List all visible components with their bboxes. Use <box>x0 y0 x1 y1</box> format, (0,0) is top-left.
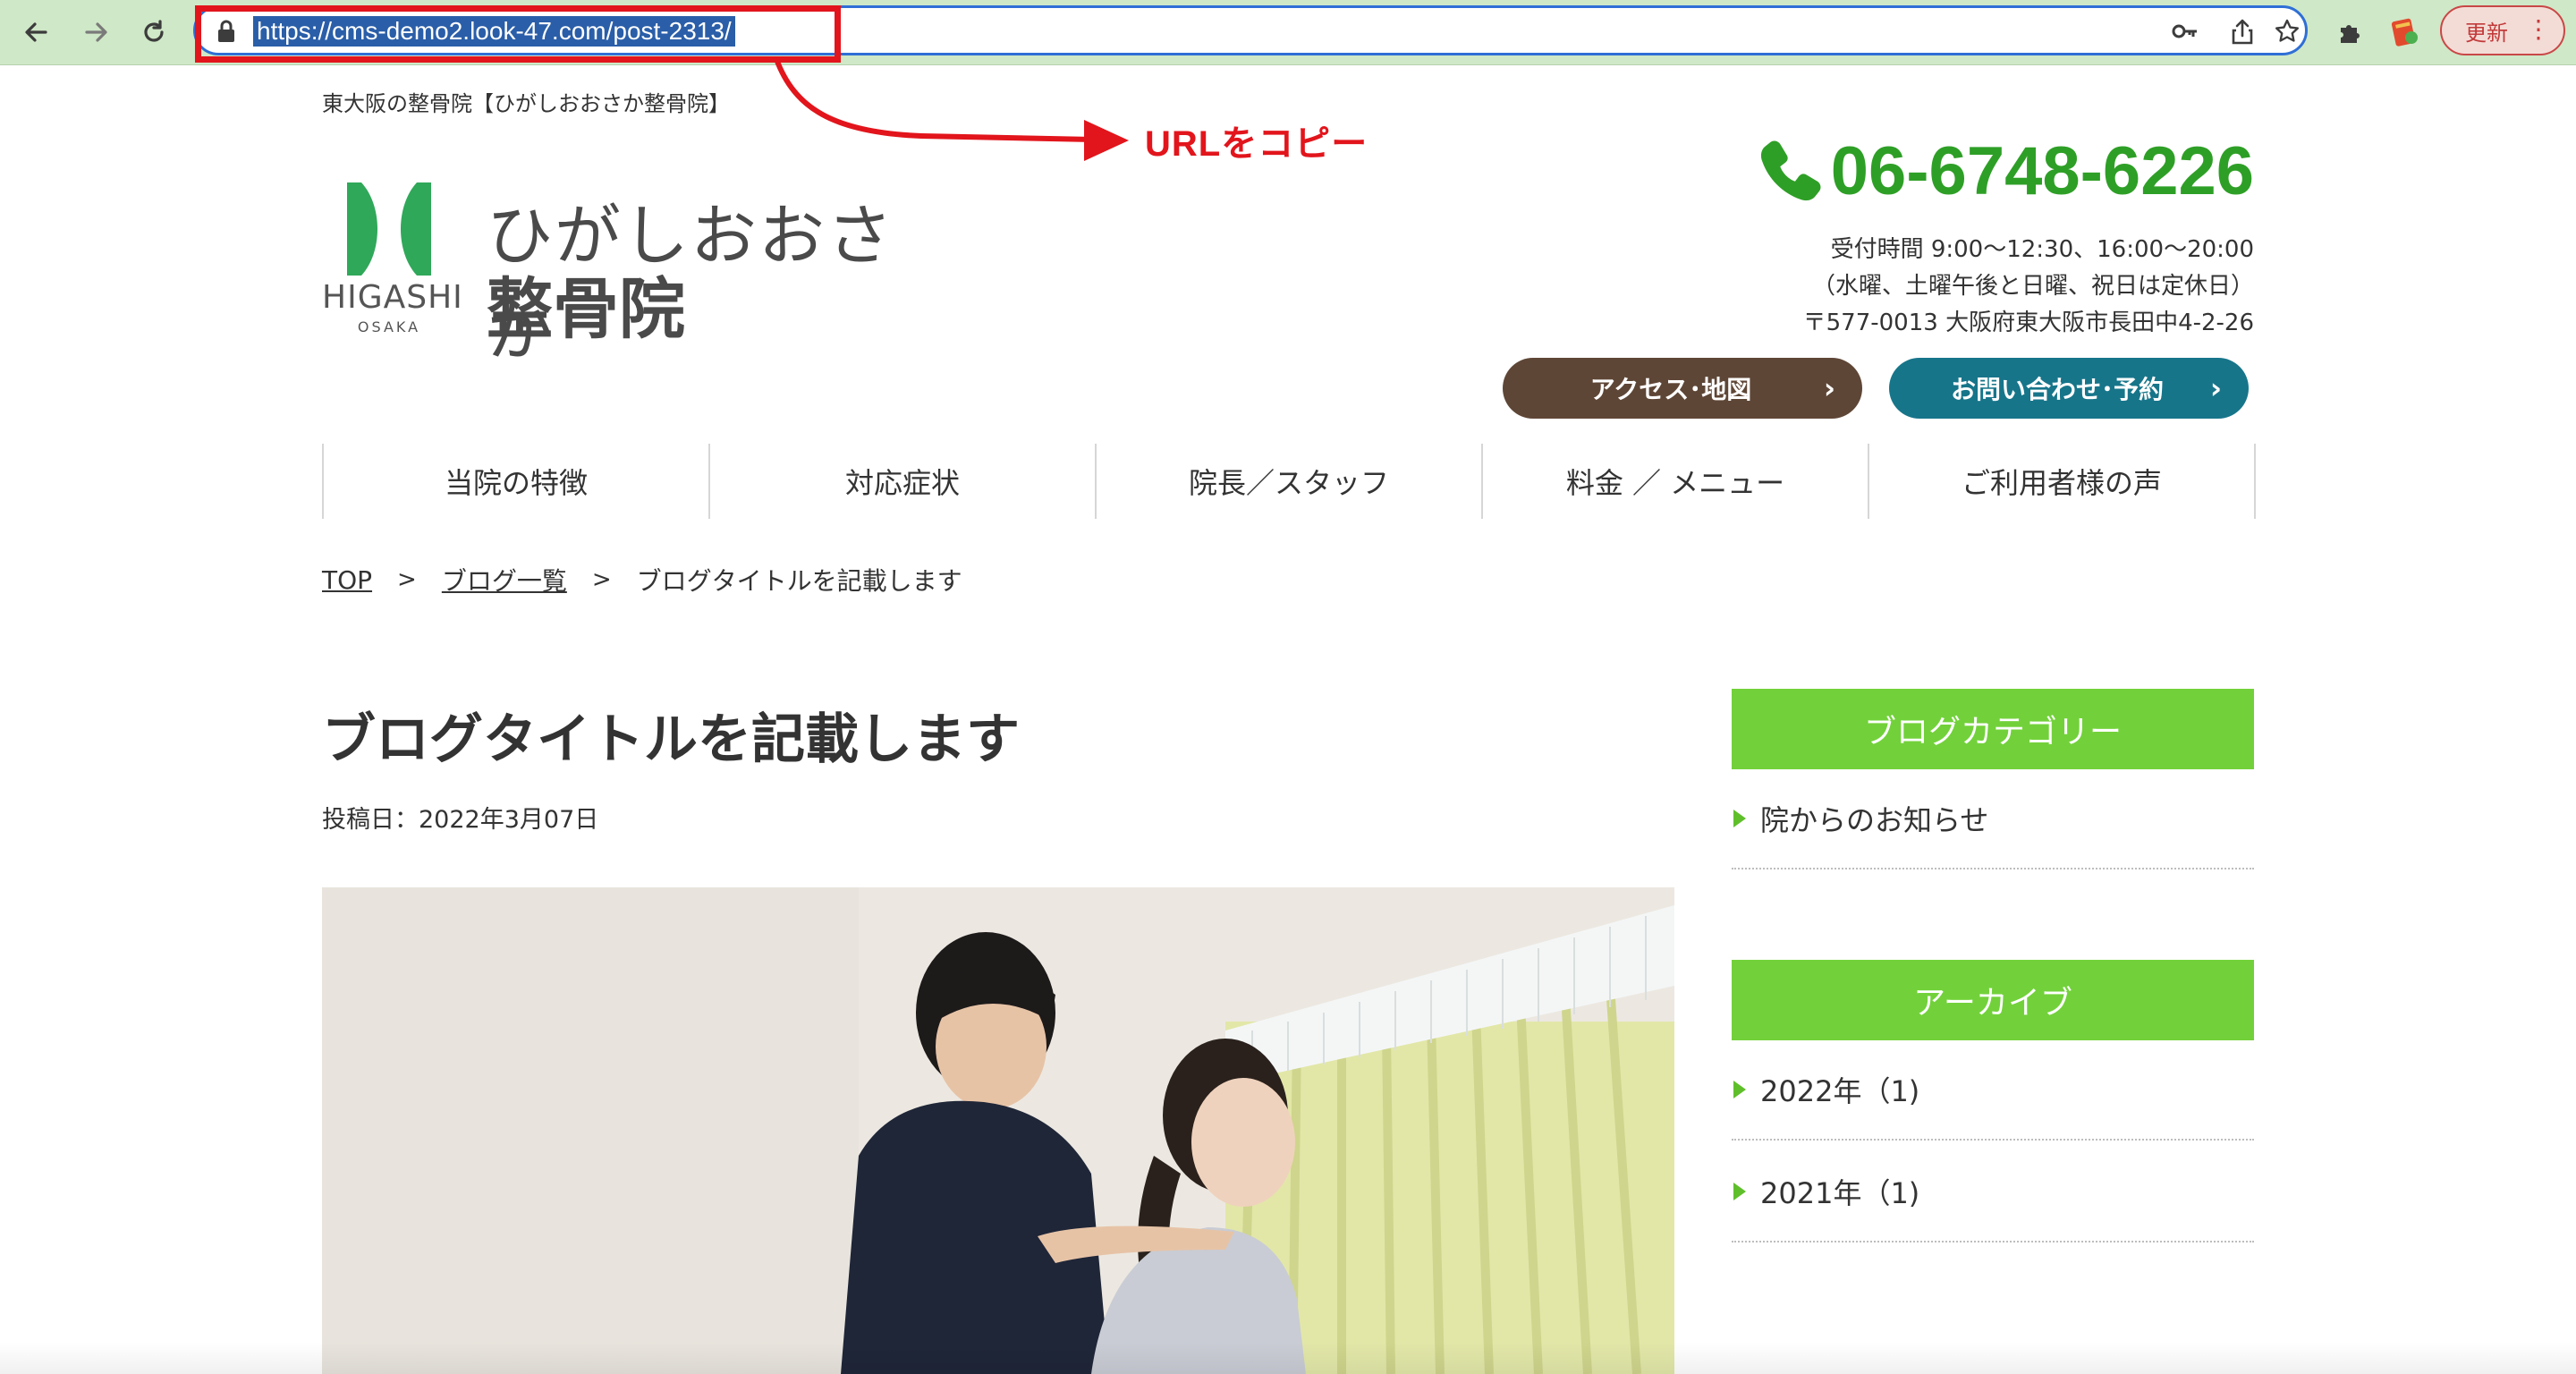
logo-higashi: HIGASHI <box>322 279 463 316</box>
archive-label: 2021年（1) <box>1760 1176 1920 1210</box>
post-title: ブログタイトルを記載します <box>322 708 1020 771</box>
url-highlight-box <box>195 5 841 63</box>
post-date: 投稿日：2022年3月07日 <box>322 806 599 834</box>
contact-reserve-label: お問い合わせ･予約 <box>1950 375 2164 404</box>
triangle-bullet-icon <box>1733 1081 1746 1098</box>
nav-item-staff[interactable]: 院長／スタッフ <box>1097 444 1483 519</box>
archive-item[interactable]: 2022年（1) <box>1732 1040 2254 1141</box>
bookmark-star-icon[interactable] <box>2269 13 2305 49</box>
nav-item-features[interactable]: 当院の特徴 <box>324 444 710 519</box>
global-nav: 当院の特徴 対応症状 院長／スタッフ 料金 ／ メニュー ご利用者様の声 <box>322 444 2256 519</box>
breadcrumb-blog-list-link[interactable]: ブログ一覧 <box>442 562 567 598</box>
back-button[interactable] <box>14 11 57 54</box>
site-tagline: 東大阪の整骨院【ひがしおおさか整骨院】 <box>322 91 730 116</box>
more-menu-icon[interactable]: ⋮ <box>2526 16 2551 43</box>
reload-button[interactable] <box>132 11 175 54</box>
breadcrumb-top-link[interactable]: TOP <box>322 565 372 595</box>
logo-osaka: OSAKA <box>357 318 421 335</box>
blog-categories-heading: ブログカテゴリー <box>1732 689 2254 769</box>
extension-icon[interactable] <box>2383 11 2426 54</box>
access-map-button[interactable]: アクセス･地図 › <box>1503 358 1862 419</box>
reload-icon <box>144 20 164 42</box>
chevron-right-icon: › <box>1823 371 1835 405</box>
clinic-address: 〒577-0013 大阪府東大阪市長田中4-2-26 <box>1802 310 2254 336</box>
breadcrumb-separator: > <box>591 566 612 593</box>
closed-days: （水曜、土曜午後と日曜、祝日は定休日） <box>1811 273 2254 300</box>
chevron-right-icon: › <box>2209 371 2222 405</box>
annotation-label: URLをコピー <box>1145 124 1368 164</box>
logo-name-line2: 整骨院 <box>487 271 685 348</box>
breadcrumb-separator: > <box>397 566 417 593</box>
key-icon[interactable] <box>2167 13 2203 49</box>
access-map-label: アクセス･地図 <box>1589 375 1752 404</box>
extensions-puzzle-icon[interactable] <box>2329 11 2372 54</box>
contact-reserve-button[interactable]: お問い合わせ･予約 › <box>1889 358 2249 419</box>
update-label: 更新 <box>2465 20 2508 46</box>
triangle-bullet-icon <box>1733 1183 1746 1200</box>
phone-icon <box>1760 140 1821 200</box>
archive-item[interactable]: 2021年（1) <box>1732 1142 2254 1243</box>
forward-arrow-icon <box>85 22 107 42</box>
breadcrumb-current: ブログタイトルを記載します <box>636 566 962 596</box>
nav-item-symptoms[interactable]: 対応症状 <box>710 444 1097 519</box>
triangle-bullet-icon <box>1733 810 1746 827</box>
post-featured-image <box>322 887 1674 1374</box>
category-item[interactable]: 院からのお知らせ <box>1732 769 2254 869</box>
category-label: 院からのお知らせ <box>1760 803 1989 837</box>
breadcrumb: TOP > ブログ一覧 > ブログタイトルを記載します <box>322 562 962 598</box>
archive-label: 2022年（1) <box>1760 1074 1920 1108</box>
phone-text: 06-6748-6226 <box>1830 133 2254 209</box>
logo-mark-icon <box>347 182 431 276</box>
reception-hours: 受付時間 9:00〜12:30、16:00〜20:00 <box>1830 236 2254 263</box>
phone-number[interactable]: 06-6748-6226 <box>1756 132 2254 210</box>
share-icon[interactable] <box>2224 13 2260 49</box>
archive-heading: アーカイブ <box>1732 960 2254 1040</box>
forward-button[interactable] <box>75 11 118 54</box>
back-arrow-icon <box>25 22 47 42</box>
nav-item-testimonials[interactable]: ご利用者様の声 <box>1869 444 2256 519</box>
site-logo[interactable]: HIGASHI OSAKA ひがしおおさか 整骨院 <box>322 179 948 370</box>
nav-item-pricing[interactable]: 料金 ／ メニュー <box>1483 444 1869 519</box>
update-button[interactable]: 更新 ⋮ <box>2440 5 2565 55</box>
